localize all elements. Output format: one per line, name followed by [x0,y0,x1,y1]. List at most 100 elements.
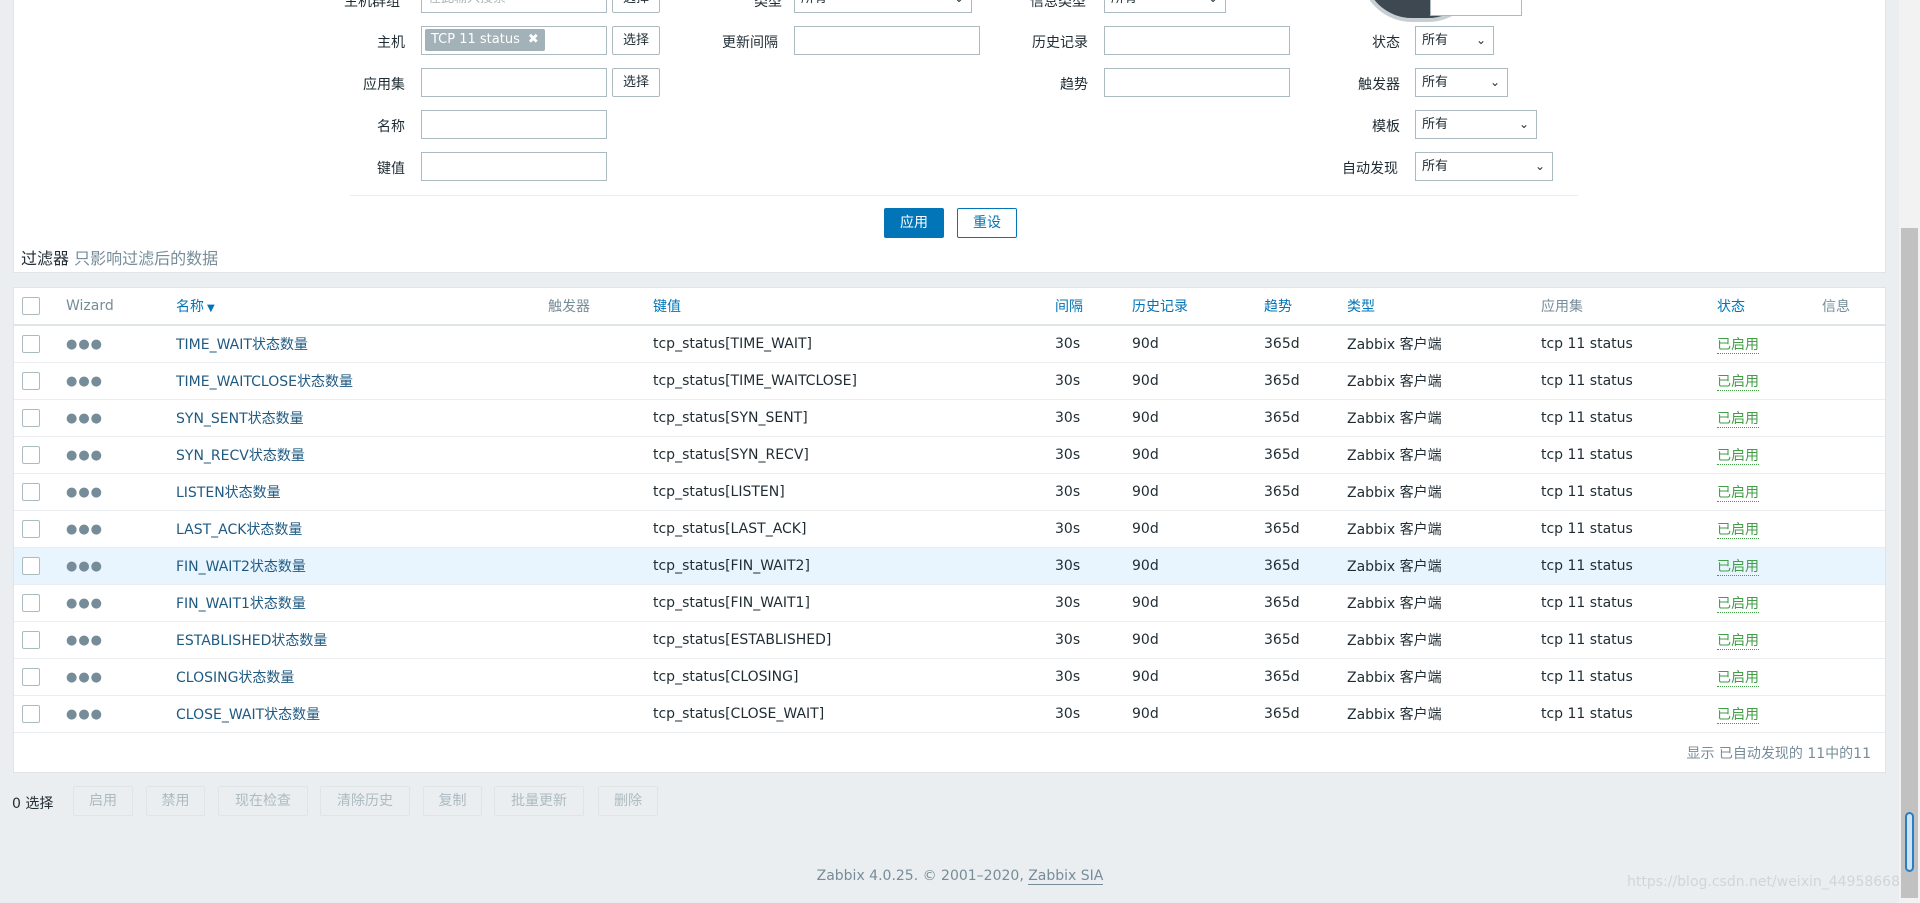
item-name-link[interactable]: LISTEN状态数量 [176,485,281,501]
item-info [1822,362,1885,400]
col-trends[interactable]: 趋势 [1264,288,1347,326]
scrollbar-thumb[interactable] [1901,228,1918,898]
check-now-button[interactable]: 现在检查 [218,786,308,816]
history-input[interactable] [1104,26,1290,55]
item-status-link[interactable]: 已启用 [1717,374,1759,391]
row-checkbox[interactable] [22,483,40,501]
item-info [1822,399,1885,437]
row-checkbox[interactable] [22,335,40,353]
item-name-link[interactable]: CLOSING状态数量 [176,670,294,686]
row-checkbox[interactable] [22,594,40,612]
item-triggers [548,621,653,659]
host-multiselect[interactable]: TCP 11 status ✖ [421,26,607,55]
item-status-link[interactable]: 已启用 [1717,596,1759,613]
trends-input[interactable] [1104,68,1290,97]
item-status-link[interactable]: 已启用 [1717,707,1759,724]
more-icon[interactable]: ●●● [66,374,103,389]
key-input[interactable] [421,152,607,181]
template-select[interactable]: 所有 ⌄ [1415,110,1537,139]
more-icon[interactable]: ●●● [66,596,103,611]
discovery-select[interactable]: 所有 ⌄ [1415,152,1553,181]
item-name-link[interactable]: TIME_WAITCLOSE状态数量 [176,374,353,390]
host-tag: TCP 11 status ✖ [425,29,545,51]
item-type: Zabbix 客户端 [1347,325,1541,363]
more-icon[interactable]: ●●● [66,559,103,574]
info-type-select[interactable]: 所有⌄ [1104,0,1226,13]
item-name-link[interactable]: TIME_WAIT状态数量 [176,337,308,353]
item-history: 90d [1132,436,1264,474]
item-name-link[interactable]: FIN_WAIT2状态数量 [176,559,306,575]
more-icon[interactable]: ●●● [66,448,103,463]
item-history: 90d [1132,695,1264,733]
row-checkbox[interactable] [22,409,40,427]
type-select[interactable]: 所有⌄ [794,0,972,13]
more-icon[interactable]: ●●● [66,633,103,648]
item-type: Zabbix 客户端 [1347,658,1541,696]
gauge-select[interactable] [1430,0,1522,16]
row-checkbox[interactable] [22,668,40,686]
clear-history-button[interactable]: 清除历史 [320,786,410,816]
apply-button[interactable]: 应用 [884,208,944,238]
item-status-link[interactable]: 已启用 [1717,559,1759,576]
row-checkbox[interactable] [22,372,40,390]
update-interval-input[interactable] [794,26,980,55]
enable-button[interactable]: 启用 [73,786,133,816]
item-status-link[interactable]: 已启用 [1717,485,1759,502]
item-triggers [548,362,653,400]
row-checkbox[interactable] [22,520,40,538]
select-all-checkbox[interactable] [22,297,40,315]
table-row: ●●● LISTEN状态数量 tcp_status[LISTEN] 30s 90d 365… [14,473,1885,511]
item-name-link[interactable]: FIN_WAIT1状态数量 [176,596,306,612]
name-input[interactable] [421,110,607,139]
item-status-link[interactable]: 已启用 [1717,633,1759,650]
host-group-select-button[interactable]: 选择 [612,0,661,13]
col-key[interactable]: 键值 [653,288,1055,326]
reset-button[interactable]: 重设 [957,208,1017,238]
item-status-link[interactable]: 已启用 [1717,411,1759,428]
triggers-select[interactable]: 所有 ⌄ [1415,68,1508,97]
item-name-link[interactable]: SYN_RECV状态数量 [176,448,305,464]
footer-link[interactable]: Zabbix SIA [1028,868,1104,885]
more-icon[interactable]: ●●● [66,670,103,685]
item-status-link[interactable]: 已启用 [1717,337,1759,354]
item-name-link[interactable]: CLOSE_WAIT状态数量 [176,707,320,723]
table-row: ●●● CLOSING状态数量 tcp_status[CLOSING] 30s 90d 3… [14,658,1885,696]
item-history: 90d [1132,399,1264,437]
filter-tab[interactable]: 过滤器 只影响过滤后的数据 [21,245,218,269]
more-icon[interactable]: ●●● [66,707,103,722]
item-key: tcp_status[FIN_WAIT1] [653,584,1055,622]
item-name-link[interactable]: LAST_ACK状态数量 [176,522,302,538]
application-select-button[interactable]: 选择 [612,68,661,97]
item-status-link[interactable]: 已启用 [1717,670,1759,687]
mass-update-button[interactable]: 批量更新 [494,786,584,816]
chevron-down-icon: ⌄ [1534,159,1545,173]
col-history[interactable]: 历史记录 [1132,288,1264,326]
copy-button[interactable]: 复制 [423,786,482,816]
filter-divider [350,195,1578,196]
remove-tag-icon[interactable]: ✖ [528,32,539,47]
host-select-button[interactable]: 选择 [612,26,661,55]
item-name-link[interactable]: ESTABLISHED状态数量 [176,633,327,649]
col-status[interactable]: 状态 [1717,288,1822,326]
delete-button[interactable]: 删除 [598,786,658,816]
more-icon[interactable]: ●●● [66,485,103,500]
col-name[interactable]: 名称 ▼ [176,288,548,326]
col-interval[interactable]: 间隔 [1055,288,1132,326]
row-checkbox[interactable] [22,446,40,464]
col-type[interactable]: 类型 [1347,288,1541,326]
state-select[interactable]: 所有 ⌄ [1415,26,1494,55]
row-checkbox[interactable] [22,631,40,649]
item-status-link[interactable]: 已启用 [1717,448,1759,465]
host-label: 主机 [377,35,405,51]
disable-button[interactable]: 禁用 [146,786,205,816]
row-checkbox[interactable] [22,705,40,723]
item-status-link[interactable]: 已启用 [1717,522,1759,539]
more-icon[interactable]: ●●● [66,337,103,352]
more-icon[interactable]: ●●● [66,522,103,537]
item-info [1822,621,1885,659]
item-name-link[interactable]: SYN_SENT状态数量 [176,411,304,427]
more-icon[interactable]: ●●● [66,411,103,426]
row-checkbox[interactable] [22,557,40,575]
host-group-input[interactable] [421,0,607,13]
application-input[interactable] [421,68,607,97]
